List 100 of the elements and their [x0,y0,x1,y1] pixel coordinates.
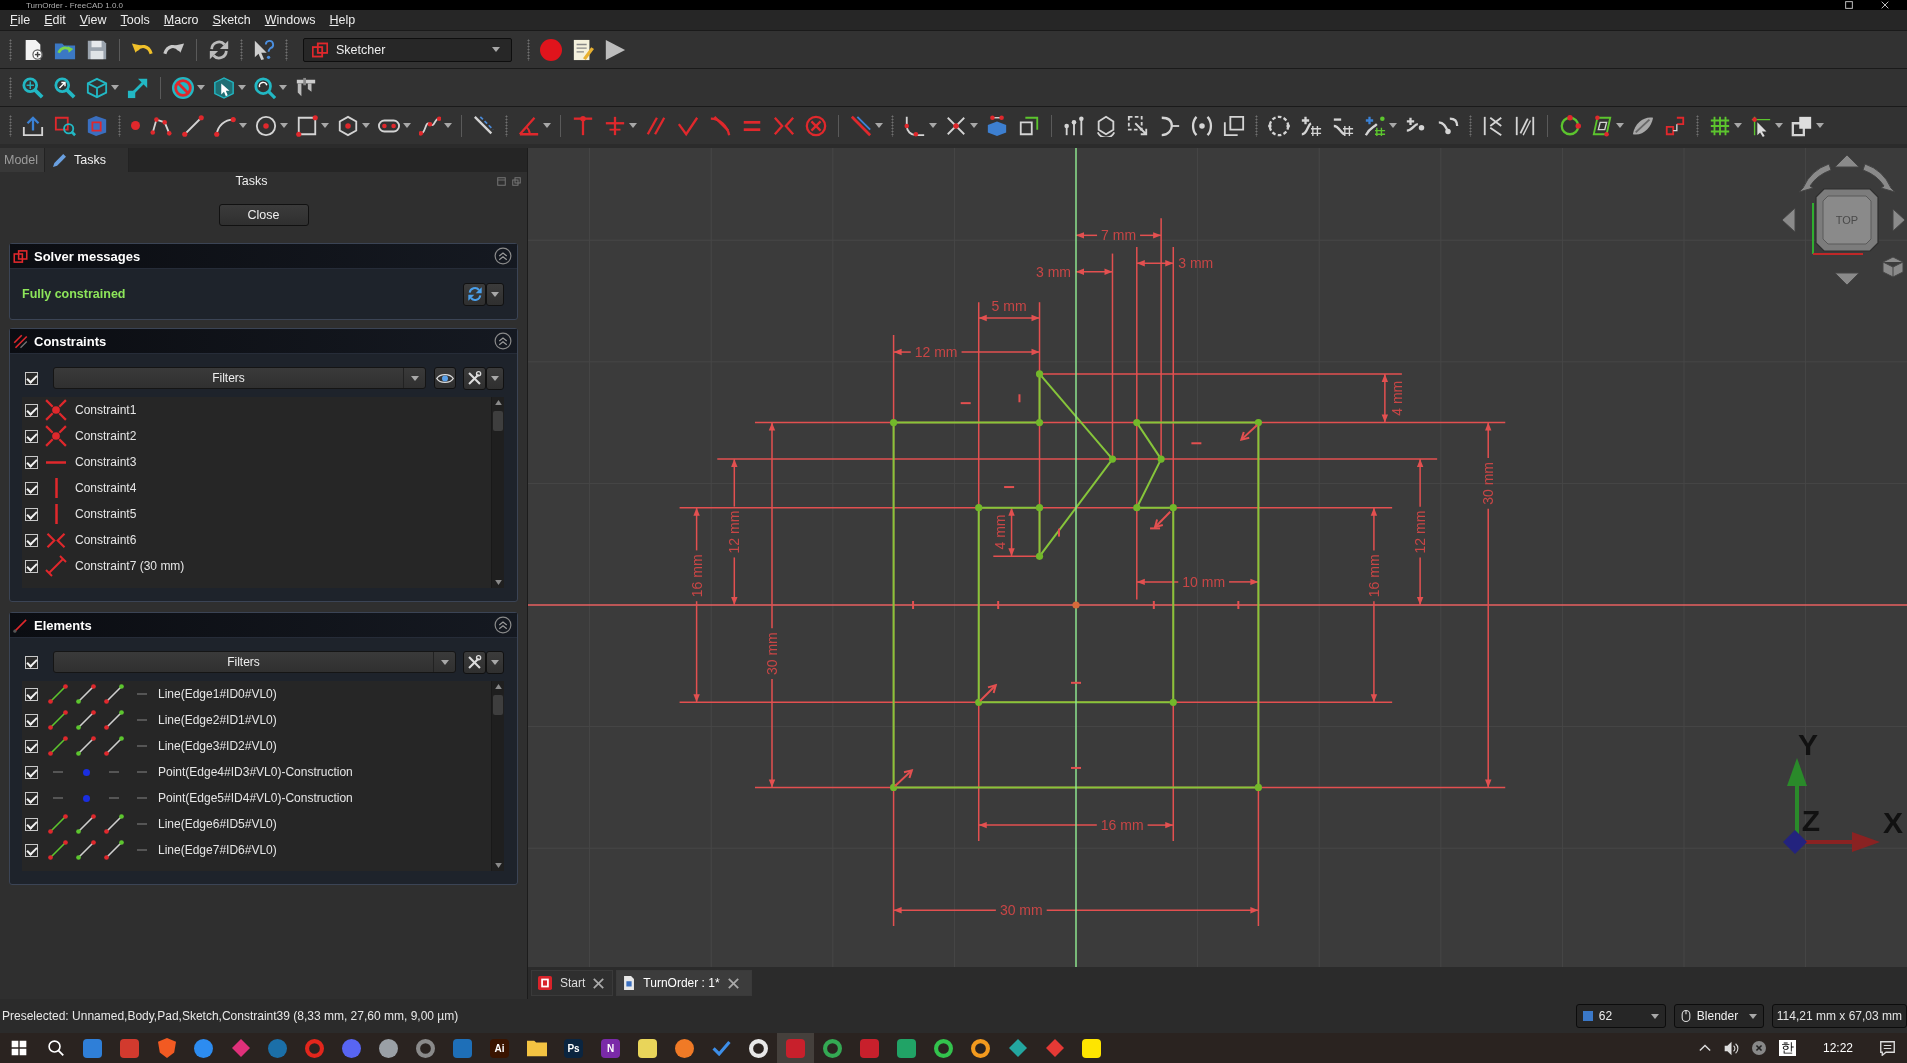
down-arrow-icon[interactable] [1834,272,1860,286]
toolbar-handle[interactable] [9,114,12,137]
hexagon-arc-icon[interactable] [1095,114,1117,137]
close-icon[interactable] [593,977,605,989]
scroll-up-icon[interactable] [494,400,502,405]
caret-icon[interactable] [239,123,247,128]
toolbar-handle[interactable] [285,38,288,61]
zoom-in-icon[interactable] [22,76,44,99]
close-icon[interactable] [727,977,739,989]
search-icon[interactable] [47,1040,64,1056]
menu-item[interactable]: Macro [156,12,206,28]
stacked-squares-icon[interactable] [1223,114,1245,137]
curved-arrow-icon[interactable] [1862,163,1896,193]
caret-icon[interactable] [1616,123,1624,128]
caret-icon[interactable] [238,85,246,90]
toolbar-handle[interactable] [1469,114,1472,137]
dashed-square-arrow-icon[interactable] [1127,114,1149,137]
menu-item[interactable]: Edit [37,12,73,28]
panel-tab[interactable]: Model [0,148,46,172]
bracket-curve-icon[interactable] [1159,114,1181,137]
v-shape-icon[interactable] [677,114,699,137]
speaker-icon[interactable] [1723,1040,1739,1056]
curve-plus-icon[interactable] [1300,114,1322,137]
input-method-indicator[interactable]: 한 [1778,1040,1796,1056]
constraint-name[interactable]: Constraint4 [75,481,137,495]
toolbar-handle[interactable] [118,114,121,137]
box-icon[interactable] [986,114,1008,137]
navigation-style-dropdown[interactable]: Blender [1673,1004,1764,1028]
section-cube-icon[interactable] [86,114,108,137]
curve-add-icon[interactable] [1364,114,1386,137]
caret-icon[interactable] [111,85,119,90]
element-name[interactable]: Line(Edge2#ID1#VL0) [158,713,277,727]
element-name[interactable]: Line(Edge7#ID6#VL0) [158,843,277,857]
toolbar-handle[interactable] [505,114,508,137]
hexagon-icon[interactable] [337,114,359,137]
collapse-icon[interactable] [494,247,512,265]
circled-x-icon[interactable] [805,114,827,137]
pins-icon[interactable] [1063,114,1085,137]
magnifier-icon[interactable] [254,76,276,99]
checkbox[interactable] [25,559,38,573]
scrollbar-thumb[interactable] [493,411,503,431]
cross-icon[interactable] [604,114,626,137]
toolbar-handle[interactable] [527,38,530,61]
polyline-icon[interactable] [150,114,172,137]
menu-item[interactable]: Windows [257,12,323,28]
toolbar-handle[interactable] [1255,114,1258,137]
close-icon[interactable] [1881,1,1889,9]
checkbox[interactable] [25,791,38,805]
caret-icon[interactable] [543,123,551,128]
menu-item[interactable]: Sketch [205,12,258,28]
constraint-name[interactable]: Constraint1 [75,403,137,417]
checkbox[interactable] [25,429,38,443]
t-shape-icon[interactable] [572,114,594,137]
circle-x-icon[interactable] [1751,1041,1766,1055]
square-magnifier-icon[interactable] [54,114,76,137]
menu-item[interactable]: Help [322,12,363,28]
caret-icon[interactable] [929,123,937,128]
caret-icon[interactable] [1389,123,1397,128]
zoom-arrow-icon[interactable] [54,76,76,99]
scrollbar[interactable] [491,397,504,588]
caret-icon[interactable] [970,123,978,128]
toolbar-handle[interactable] [9,76,12,99]
leaf-icon[interactable] [1632,114,1654,137]
checkbox[interactable] [25,403,38,417]
toolbar-handle[interactable] [891,114,894,137]
dashed-circle-icon[interactable] [1268,114,1290,137]
dashed-diagonal-icon[interactable] [473,114,495,137]
cursor-question-icon[interactable] [253,38,275,61]
panel-tab[interactable]: Tasks [45,148,129,172]
taskbar-button[interactable]: N [592,1033,629,1063]
checkbox[interactable] [25,655,38,669]
cube-icon[interactable] [86,76,108,99]
caret-icon[interactable] [279,85,287,90]
toolbar-handle[interactable] [9,38,12,61]
settings-button[interactable] [463,366,486,390]
filter-dropdown[interactable]: Filters [53,367,426,389]
settings-button[interactable] [463,650,486,674]
four-squares-icon[interactable] [10,1040,27,1056]
circle-points-icon[interactable] [1559,114,1581,137]
notification-icon[interactable] [1880,1040,1895,1056]
curve-line-icon[interactable] [709,114,731,137]
caret-icon[interactable] [1775,123,1783,128]
caret-icon[interactable] [362,123,370,128]
rounded-corner-icon[interactable] [904,114,926,137]
dropdown-button[interactable] [486,282,504,306]
rectangle-icon[interactable] [296,114,318,137]
element-name[interactable]: Line(Edge6#ID5#VL0) [158,817,277,831]
toolbar-handle[interactable] [240,38,243,61]
element-name[interactable]: Line(Edge1#ID0#VL0) [158,687,277,701]
menu-item[interactable]: Tools [113,12,157,28]
collapse-icon[interactable] [494,616,512,634]
collapse-icon[interactable] [494,332,512,350]
parallel-lines-icon[interactable] [645,114,667,137]
draw-style-dropdown[interactable]: 62 [1575,1004,1666,1028]
snap-cursor-icon[interactable] [1750,114,1772,137]
maximize-icon[interactable] [1845,1,1853,9]
caret-icon[interactable] [197,85,205,90]
toolbar-handle[interactable] [1696,114,1699,137]
filter-dropdown[interactable]: Filters [53,651,456,673]
right-arrow-icon[interactable] [1892,208,1906,232]
